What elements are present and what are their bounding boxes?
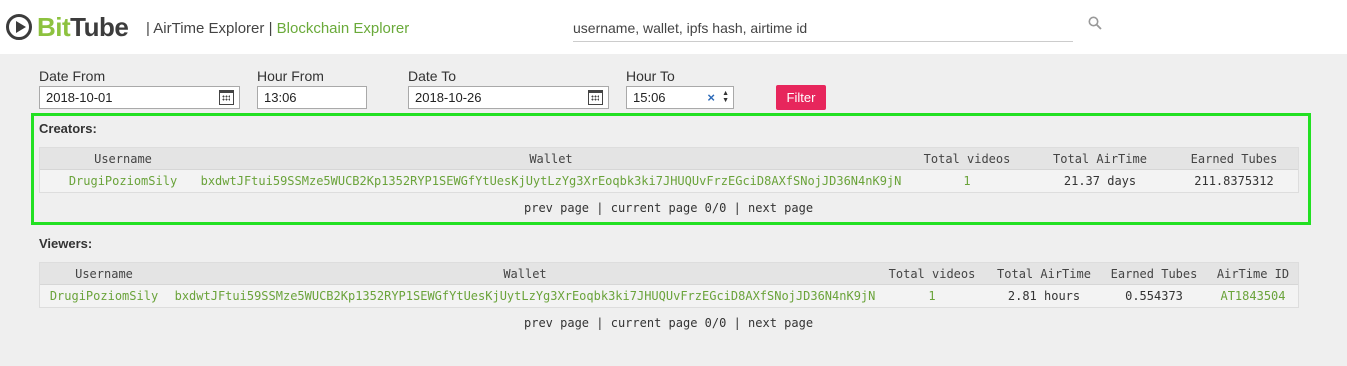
date-to-field[interactable]: 2018-10-26 <box>408 86 609 109</box>
cell-airtime-id[interactable]: AT1843504 <box>1212 285 1294 307</box>
col-total-videos: Total videos <box>888 267 976 281</box>
cell-total-videos[interactable]: 1 <box>882 285 982 307</box>
cell-username[interactable]: DrugiPoziomSily <box>48 170 198 192</box>
cell-earned-tubes: 0.554373 <box>1125 289 1183 303</box>
pager-separator: | <box>596 201 604 215</box>
next-page-link[interactable]: next page <box>748 201 813 215</box>
pager-separator: | <box>733 316 741 330</box>
col-wallet: Wallet <box>503 267 547 281</box>
cell-total-airtime: 21.37 days <box>1063 174 1137 188</box>
col-total-airtime: Total AirTime <box>997 267 1091 281</box>
prev-page-link[interactable]: prev page <box>524 201 589 215</box>
filter-button[interactable]: Filter <box>776 85 826 110</box>
clear-icon[interactable]: × <box>707 90 715 105</box>
nav-separator: | <box>268 20 273 37</box>
current-page-label: current page 0/0 <box>610 201 727 215</box>
cell-total-videos[interactable]: 1 <box>912 170 1022 192</box>
nav-airtime-explorer[interactable]: AirTime Explorer <box>153 20 264 37</box>
viewers-pager: prev page | current page 0/0 | next page <box>524 316 813 330</box>
cell-username[interactable]: DrugiPoziomSily <box>44 285 164 307</box>
cell-wallet[interactable]: bxdwtJFtui59SSMze5WUCB2Kp1352RYP1SEWGfYt… <box>200 170 902 192</box>
logo-text-tube: Tube <box>70 11 129 42</box>
bittube-logo[interactable]: Bit Tube <box>6 11 129 42</box>
col-username: Username <box>94 152 152 166</box>
nav-blockchain-explorer[interactable]: Blockchain Explorer <box>277 20 410 37</box>
date-from-label: Date From <box>39 68 106 84</box>
creators-table: Username Wallet Total videos Total AirTi… <box>39 147 1299 193</box>
col-total-videos: Total videos <box>923 152 1011 166</box>
cell-total-airtime: 2.81 hours <box>1007 289 1081 303</box>
col-wallet: Wallet <box>529 152 573 166</box>
col-earned-tubes: Earned Tubes <box>1190 152 1278 166</box>
hour-to-value: 15:06 <box>633 90 666 105</box>
table-row: DrugiPoziomSily bxdwtJFtui59SSMze5WUCB2K… <box>40 170 1298 192</box>
hour-from-label: Hour From <box>257 68 324 84</box>
creators-pager: prev page | current page 0/0 | next page <box>524 201 813 215</box>
hour-from-field[interactable]: 13:06 <box>257 86 367 109</box>
viewers-title: Viewers: <box>39 236 93 251</box>
content-area: Date From 2018-10-01 Hour From 13:06 Dat… <box>0 54 1347 366</box>
viewers-table: Username Wallet Total videos Total AirTi… <box>39 262 1299 308</box>
play-icon <box>6 14 32 40</box>
pager-separator: | <box>733 201 741 215</box>
col-airtime-id: AirTime ID <box>1216 267 1290 281</box>
date-from-value: 2018-10-01 <box>46 90 113 105</box>
table-header: Username Wallet Total videos Total AirTi… <box>40 263 1298 285</box>
logo-text-bit: Bit <box>37 11 71 42</box>
cell-wallet[interactable]: bxdwtJFtui59SSMze5WUCB2Kp1352RYP1SEWGfYt… <box>174 285 876 307</box>
search-icon[interactable] <box>1088 16 1102 30</box>
date-from-field[interactable]: 2018-10-01 <box>39 86 240 109</box>
table-header: Username Wallet Total videos Total AirTi… <box>40 148 1298 170</box>
current-page-label: current page 0/0 <box>610 316 727 330</box>
date-to-label: Date To <box>408 68 456 84</box>
hour-to-label: Hour To <box>626 68 675 84</box>
cell-earned-tubes: 211.8375312 <box>1194 174 1274 188</box>
top-header: Bit Tube | AirTime Explorer | Blockchain … <box>0 0 1347 54</box>
nav-bar: | AirTime Explorer | Blockchain Explorer <box>146 20 409 37</box>
pager-separator: | <box>596 316 604 330</box>
calendar-icon[interactable] <box>588 90 603 105</box>
table-row: DrugiPoziomSily bxdwtJFtui59SSMze5WUCB2K… <box>40 285 1298 307</box>
col-total-airtime: Total AirTime <box>1053 152 1147 166</box>
col-earned-tubes: Earned Tubes <box>1110 267 1198 281</box>
creators-title: Creators: <box>39 121 97 136</box>
search-input[interactable] <box>573 14 1073 42</box>
prev-page-link[interactable]: prev page <box>524 316 589 330</box>
col-username: Username <box>75 267 133 281</box>
date-to-value: 2018-10-26 <box>415 90 482 105</box>
hour-to-field[interactable]: 15:06 × ▲ ▼ <box>626 86 734 109</box>
calendar-icon[interactable] <box>219 90 234 105</box>
nav-separator: | <box>146 20 150 37</box>
next-page-link[interactable]: next page <box>748 316 813 330</box>
spinner-arrows-icon[interactable]: ▲ ▼ <box>722 90 729 104</box>
hour-from-value: 13:06 <box>264 90 297 105</box>
